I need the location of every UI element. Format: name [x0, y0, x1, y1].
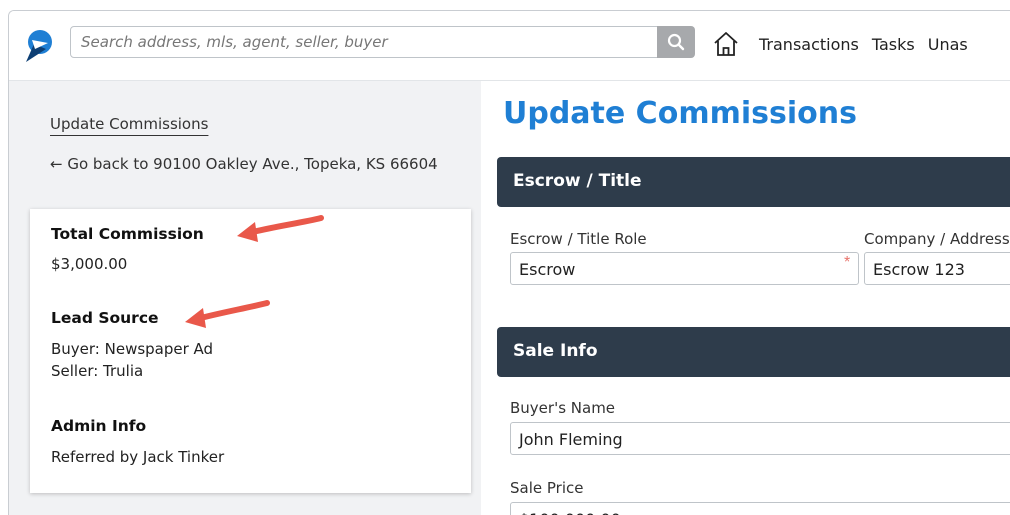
home-icon[interactable] — [712, 30, 740, 58]
sidebar-title-link[interactable]: Update Commissions — [50, 115, 208, 133]
sale-price-field[interactable]: $100,000.00 — [510, 502, 1010, 515]
buyer-name-label: Buyer's Name — [510, 399, 616, 417]
nav-unassigned[interactable]: Unas — [928, 35, 968, 54]
search-icon — [667, 33, 685, 51]
sale-info-section-header[interactable]: Sale Info — [497, 327, 1010, 377]
admin-info-label: Admin Info — [51, 417, 147, 435]
company-address-field[interactable]: Escrow 123 — [864, 252, 1010, 285]
lead-source-buyer: Buyer: Newspaper Ad — [51, 340, 214, 358]
company-address-label: Company / Address — [864, 230, 1010, 248]
annotation-arrow-icon — [185, 300, 270, 328]
buyer-name-field[interactable]: John Fleming — [510, 422, 1010, 455]
escrow-role-label: Escrow / Title Role — [510, 230, 647, 248]
annotation-arrow-icon — [237, 215, 324, 242]
search-input[interactable] — [70, 26, 658, 58]
back-link[interactable]: ← Go back to 90100 Oakley Ave., Topeka, … — [50, 155, 470, 173]
total-commission-label: Total Commission — [51, 225, 204, 243]
summary-card: Total Commission $3,000.00 Lead Source B… — [30, 209, 471, 493]
sale-price-label: Sale Price — [510, 479, 584, 497]
escrow-title-section-header[interactable]: Escrow / Title — [497, 157, 1010, 207]
admin-info-value: Referred by Jack Tinker — [51, 448, 225, 466]
main-nav: Transactions Tasks Unas — [759, 35, 981, 54]
lead-source-label: Lead Source — [51, 309, 159, 327]
page-title: Update Commissions — [503, 96, 857, 131]
search-button[interactable] — [657, 26, 695, 58]
escrow-role-field[interactable]: Escrow — [510, 252, 859, 285]
lead-source-seller: Seller: Trulia — [51, 362, 144, 380]
nav-tasks[interactable]: Tasks — [872, 35, 915, 54]
required-indicator-icon: * — [844, 254, 851, 271]
nav-transactions[interactable]: Transactions — [759, 35, 859, 54]
total-commission-value: $3,000.00 — [51, 255, 128, 273]
app-window: Transactions Tasks Unas Update Commissions… — [8, 10, 1010, 515]
brand-logo-icon[interactable] — [23, 29, 53, 63]
top-bar: Transactions Tasks Unas — [9, 11, 1010, 81]
